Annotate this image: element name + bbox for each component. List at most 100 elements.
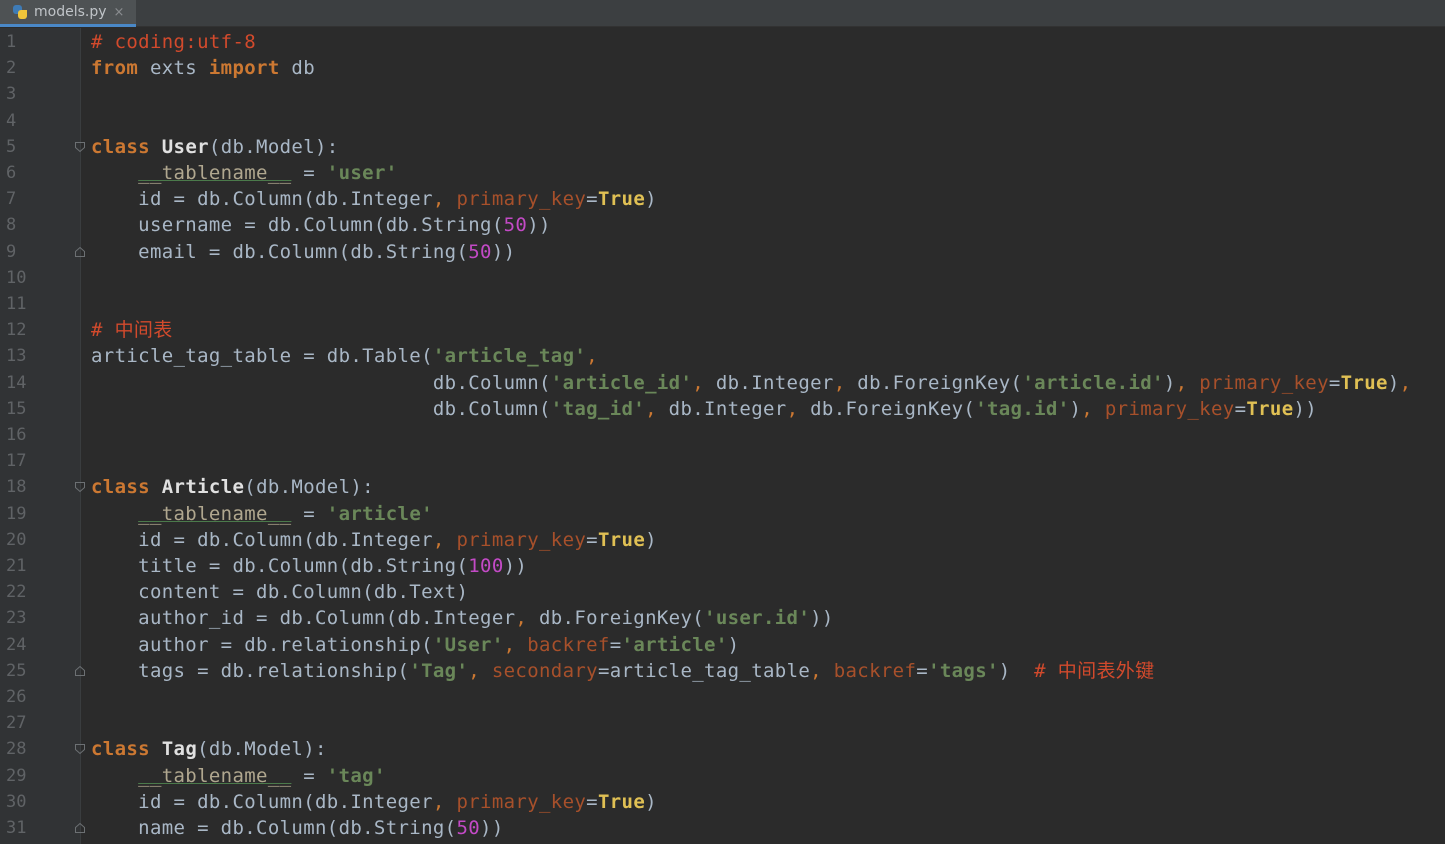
- token-dunder: __tablename__: [138, 764, 292, 787]
- token-true: True: [597, 528, 646, 551]
- code-line[interactable]: 12 # 中间表: [0, 317, 1445, 343]
- code-line[interactable]: 24 author = db.relationship('User', back…: [0, 632, 1445, 658]
- code-line[interactable]: 26: [0, 684, 1445, 710]
- code-line[interactable]: 10: [0, 265, 1445, 291]
- line-number: 10: [6, 267, 27, 288]
- code-text[interactable]: __tablename__ = 'tag': [91, 763, 386, 789]
- code-text[interactable]: id = db.Column(db.Integer, primary_key=T…: [91, 186, 657, 212]
- token-dunder: __tablename__: [138, 502, 292, 525]
- fold-open-icon[interactable]: [74, 743, 86, 755]
- code-line[interactable]: 2 from exts import db: [0, 55, 1445, 81]
- token-cmt: # 中间表: [91, 319, 173, 342]
- code-text[interactable]: # 中间表: [91, 317, 173, 343]
- close-icon[interactable]: ×: [114, 5, 125, 20]
- token-true: True: [1340, 371, 1388, 394]
- code-line[interactable]: 25 tags = db.relationship('Tag', seconda…: [0, 658, 1445, 684]
- token-plain: )): [527, 214, 551, 237]
- token-plain: =: [586, 188, 598, 211]
- code-text[interactable]: __tablename__ = 'user': [91, 160, 398, 186]
- code-line[interactable]: 17: [0, 448, 1445, 474]
- token-plain: =: [916, 659, 929, 682]
- token-plain: db.ForeignKey(: [857, 371, 1023, 394]
- line-number: 16: [6, 425, 27, 445]
- code-line[interactable]: 30 id = db.Column(db.Integer, primary_ke…: [0, 789, 1445, 815]
- code-text[interactable]: from exts import db: [91, 55, 315, 81]
- token-true: True: [1246, 397, 1294, 420]
- code-line[interactable]: 7 id = db.Column(db.Integer, primary_key…: [0, 186, 1445, 212]
- code-text[interactable]: title = db.Column(db.String(100)): [91, 553, 527, 579]
- code-text[interactable]: name = db.Column(db.String(50)): [91, 815, 504, 841]
- fold-open-icon[interactable]: [74, 481, 86, 493]
- code-text[interactable]: __tablename__ = 'article': [91, 501, 433, 527]
- code-line[interactable]: 19 __tablename__ = 'article': [0, 501, 1445, 527]
- code-line[interactable]: 18 class Article(db.Model):: [0, 474, 1445, 500]
- code-text[interactable]: tags = db.relationship('Tag', secondary=…: [91, 658, 1155, 684]
- line-number: 7: [6, 189, 17, 210]
- code-text[interactable]: class User(db.Model):: [91, 134, 339, 160]
- token-plain: exts: [138, 57, 209, 80]
- code-line[interactable]: 29 __tablename__ = 'tag': [0, 763, 1445, 789]
- tab-filename: models.py: [34, 4, 107, 20]
- token-plain: id = db.Column(db.Integer: [91, 790, 433, 813]
- code-editor[interactable]: 1 # coding:utf-8 2 from exts import db 3 4 5 cl…: [0, 28, 1445, 844]
- code-text[interactable]: content = db.Column(db.Text): [91, 579, 468, 605]
- code-line[interactable]: 23 author_id = db.Column(db.Integer, db.…: [0, 605, 1445, 631]
- code-text[interactable]: author = db.relationship('User', backref…: [91, 632, 739, 658]
- token-str: 'Tag': [409, 659, 469, 682]
- code-line[interactable]: 5 class User(db.Model):: [0, 134, 1445, 160]
- code-line[interactable]: 16: [0, 422, 1445, 448]
- code-text[interactable]: id = db.Column(db.Integer, primary_key=T…: [91, 527, 657, 553]
- tab-models-py[interactable]: models.py ×: [0, 0, 136, 27]
- token-num: 50: [503, 214, 528, 237]
- token-comma: ,: [645, 397, 669, 420]
- code-text[interactable]: db.Column('tag_id', db.Integer, db.Forei…: [91, 396, 1317, 422]
- token-plain: =article_tag_table: [597, 659, 811, 682]
- fold-close-icon[interactable]: [74, 822, 86, 834]
- token-kw: import: [208, 57, 280, 80]
- token-param: secondary: [491, 659, 598, 682]
- line-number: 29: [6, 765, 27, 786]
- code-text[interactable]: author_id = db.Column(db.Integer, db.For…: [91, 605, 834, 631]
- fold-close-icon[interactable]: [74, 246, 86, 258]
- code-text[interactable]: article_tag_table = db.Table('article_ta…: [91, 343, 598, 369]
- line-number: 13: [6, 346, 27, 367]
- code-line[interactable]: 8 username = db.Column(db.String(50)): [0, 212, 1445, 238]
- code-line[interactable]: 21 title = db.Column(db.String(100)): [0, 553, 1445, 579]
- code-text[interactable]: email = db.Column(db.String(50)): [91, 239, 515, 265]
- token-str: 'tag': [326, 764, 386, 787]
- code-line[interactable]: 6 __tablename__ = 'user': [0, 160, 1445, 186]
- token-plain: ): [727, 633, 740, 656]
- code-text[interactable]: # coding:utf-8: [91, 29, 256, 55]
- code-text[interactable]: class Tag(db.Model):: [91, 736, 327, 762]
- code-text[interactable]: class Article(db.Model):: [91, 474, 374, 500]
- line-number: 9: [6, 241, 17, 262]
- code-line[interactable]: 28 class Tag(db.Model):: [0, 736, 1445, 762]
- code-line[interactable]: 4: [0, 108, 1445, 134]
- token-true: True: [597, 188, 646, 211]
- code-line[interactable]: 11: [0, 291, 1445, 317]
- code-text[interactable]: id = db.Column(db.Integer, primary_key=T…: [91, 789, 657, 815]
- token-num: 50: [456, 817, 481, 839]
- code-line[interactable]: 14 db.Column('article_id', db.Integer, d…: [0, 370, 1445, 396]
- code-text[interactable]: db.Column('article_id', db.Integer, db.F…: [91, 370, 1411, 396]
- token-plain: title = db.Column(db.String(: [91, 555, 469, 577]
- fold-open-icon[interactable]: [74, 141, 86, 153]
- token-comma: ,: [786, 397, 811, 420]
- code-line[interactable]: 31 name = db.Column(db.String(50)): [0, 815, 1445, 841]
- token-param: primary_key: [456, 790, 587, 813]
- code-line[interactable]: 27: [0, 710, 1445, 736]
- code-line[interactable]: 20 id = db.Column(db.Integer, primary_ke…: [0, 527, 1445, 553]
- token-str: 'tag_id': [550, 397, 646, 420]
- code-line[interactable]: 22 content = db.Column(db.Text): [0, 579, 1445, 605]
- code-line[interactable]: 15 db.Column('tag_id', db.Integer, db.Fo…: [0, 396, 1445, 422]
- code-line[interactable]: 9 email = db.Column(db.String(50)): [0, 239, 1445, 265]
- code-line[interactable]: 1 # coding:utf-8: [0, 29, 1445, 55]
- code-line[interactable]: 3: [0, 81, 1445, 107]
- code-text[interactable]: username = db.Column(db.String(50)): [91, 212, 551, 238]
- fold-close-icon[interactable]: [74, 665, 86, 677]
- token-comma: ,: [515, 607, 539, 630]
- line-number: 21: [6, 556, 27, 576]
- code-line[interactable]: 13 article_tag_table = db.Table('article_…: [0, 343, 1445, 369]
